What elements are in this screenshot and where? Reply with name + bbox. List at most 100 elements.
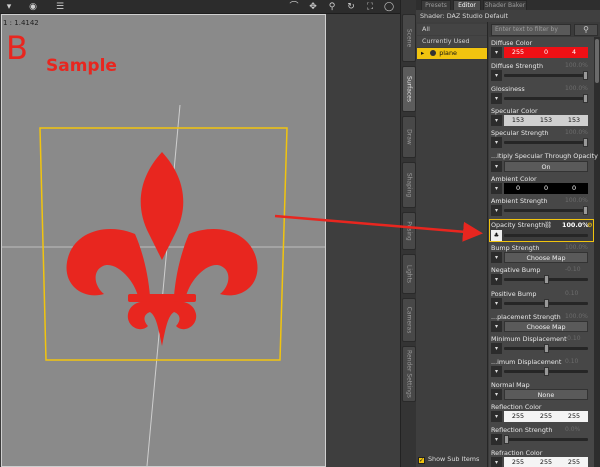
minimum-displacement-slider[interactable]: [504, 344, 588, 353]
glossiness-slider[interactable]: [504, 94, 588, 103]
specular-color-swatch[interactable]: 153 153 153: [504, 115, 588, 126]
image-map-icon[interactable]: ♣: [491, 230, 502, 241]
specular-strength-menu-icon[interactable]: ▾: [491, 137, 502, 148]
channel-g[interactable]: 153: [532, 115, 560, 126]
slider-knob[interactable]: [583, 94, 588, 103]
channel-b[interactable]: 255: [560, 411, 588, 422]
maximum-displacement-menu-icon[interactable]: ▾: [491, 366, 502, 377]
tab-cameras[interactable]: Cameras: [402, 298, 416, 342]
normal-map-button[interactable]: None: [504, 389, 588, 400]
diffuse-strength-slider[interactable]: [504, 71, 588, 80]
property-scrollbar[interactable]: [594, 37, 600, 467]
opacity-strength-title: Opacity Strength: [491, 221, 546, 229]
fleur-de-lis-image: [66, 152, 258, 346]
reflection-strength-slider[interactable]: [504, 435, 588, 444]
vertical-tab-bar: Scene Surfaces Draw Shaping Posing Light…: [400, 0, 416, 467]
channel-r[interactable]: 255: [504, 47, 532, 58]
specular-color-menu-icon[interactable]: ▾: [491, 115, 502, 126]
channel-b[interactable]: 4: [560, 47, 588, 58]
bump-strength-button[interactable]: Choose Map: [504, 252, 588, 263]
multiply-specular-menu-icon[interactable]: ▾: [491, 161, 502, 172]
channel-b[interactable]: 153: [560, 115, 588, 126]
slider-knob[interactable]: [543, 367, 549, 376]
multiply-specular-title: ...ltiply Specular Through Opacity: [491, 152, 598, 160]
sphere-icon: [430, 50, 437, 56]
displacement-strength-button[interactable]: Choose Map: [504, 321, 588, 332]
search-icon[interactable]: ⚲: [574, 24, 598, 36]
ambient-color-menu-icon[interactable]: ▾: [491, 183, 502, 194]
tab-render-settings[interactable]: Render Settings: [402, 346, 416, 402]
positive-bump-menu-icon[interactable]: ▾: [491, 298, 502, 309]
channel-r[interactable]: 255: [504, 457, 532, 467]
channel-g[interactable]: 255: [532, 457, 560, 467]
displacement-strength-menu-icon[interactable]: ▾: [491, 321, 502, 332]
slider-knob[interactable]: [583, 206, 588, 215]
slider-knob[interactable]: [583, 71, 588, 80]
tab-draw[interactable]: Draw: [402, 116, 416, 158]
scrollbar-thumb[interactable]: [595, 39, 599, 83]
bump-strength-menu-icon[interactable]: ▾: [491, 252, 502, 263]
top-tab-bar: Presets Editor Shader Baker: [416, 0, 600, 10]
surface-list: All Currently Used ▸ plane: [416, 22, 488, 467]
ambient-color-swatch[interactable]: 000: [504, 183, 588, 194]
ambient-strength-menu-icon[interactable]: ▾: [491, 205, 502, 216]
glossiness-menu-icon[interactable]: ▾: [491, 93, 502, 104]
channel-b[interactable]: 255: [560, 457, 588, 467]
checkbox-checked-icon[interactable]: ✓: [418, 457, 425, 464]
slider-knob[interactable]: [543, 275, 549, 284]
tab-shader-baker[interactable]: Shader Baker: [483, 0, 527, 10]
positive-bump-slider[interactable]: [504, 299, 588, 308]
channel-g[interactable]: 0: [532, 47, 560, 58]
expand-arrow-icon[interactable]: ▸: [421, 48, 424, 59]
diffuse-strength-value: 100.0%: [565, 62, 588, 69]
channel-r[interactable]: 255: [504, 411, 532, 422]
minimum-displacement-value: -0.10: [565, 335, 581, 342]
channel-g[interactable]: 255: [532, 411, 560, 422]
list-item-plane[interactable]: ▸ plane: [417, 48, 487, 59]
tab-editor[interactable]: Editor: [453, 0, 481, 10]
ambient-strength-slider[interactable]: [504, 206, 588, 215]
slider-knob[interactable]: [504, 435, 509, 444]
filter-input[interactable]: Enter text to filter by: [491, 24, 571, 36]
maximum-displacement-slider[interactable]: [504, 367, 588, 376]
reflection-strength-menu-icon[interactable]: ▾: [491, 434, 502, 445]
multiply-specular-button[interactable]: On: [504, 161, 588, 172]
negative-bump-value: -0.10: [565, 266, 581, 273]
slider-knob[interactable]: [543, 344, 549, 353]
specular-strength-slider[interactable]: [504, 138, 588, 147]
reflection-color-swatch[interactable]: 255 255 255: [504, 411, 588, 422]
refraction-color-menu-icon[interactable]: ▾: [491, 457, 502, 467]
gear-icon[interactable]: ⚙: [587, 220, 593, 230]
channel-r[interactable]: 0: [504, 183, 532, 194]
negative-bump-slider[interactable]: [504, 275, 588, 284]
diffuse-color-swatch[interactable]: 255 0 4: [504, 47, 588, 58]
tab-scene[interactable]: Scene: [402, 14, 416, 62]
refraction-color-swatch[interactable]: 255 255 255: [504, 457, 588, 467]
tab-shaping[interactable]: Shaping: [402, 162, 416, 208]
reflection-color-menu-icon[interactable]: ▾: [491, 411, 502, 422]
slider-knob[interactable]: [543, 299, 549, 308]
maximum-displacement-value: 0.10: [565, 358, 579, 365]
link-icon[interactable]: ⛓: [544, 220, 552, 230]
ambient-strength-value: 100.0%: [565, 197, 588, 204]
normal-map-menu-icon[interactable]: ▾: [491, 389, 502, 400]
channel-g[interactable]: 0: [532, 183, 560, 194]
minimum-displacement-menu-icon[interactable]: ▾: [491, 343, 502, 354]
tab-presets[interactable]: Presets: [421, 0, 451, 10]
list-item-all[interactable]: All: [417, 24, 487, 35]
tab-lights[interactable]: Lights: [402, 254, 416, 294]
glossiness-value: 100.0%: [565, 85, 588, 92]
tab-surfaces[interactable]: Surfaces: [402, 66, 416, 112]
negative-bump-menu-icon[interactable]: ▾: [491, 274, 502, 285]
minimum-displacement-title: Minimum Displacement: [491, 335, 567, 343]
list-item-currently-used[interactable]: Currently Used: [417, 36, 487, 47]
tab-posing[interactable]: Posing: [402, 212, 416, 250]
show-sub-items[interactable]: ✓ Show Sub Items: [418, 455, 479, 464]
channel-r[interactable]: 153: [504, 115, 532, 126]
channel-b[interactable]: 0: [560, 183, 588, 194]
opacity-strength-slider[interactable]: [504, 234, 588, 237]
pane-divider: [326, 14, 400, 467]
diffuse-strength-menu-icon[interactable]: ▾: [491, 70, 502, 81]
diffuse-color-menu-icon[interactable]: ▾: [491, 47, 502, 58]
slider-knob[interactable]: [583, 138, 588, 147]
